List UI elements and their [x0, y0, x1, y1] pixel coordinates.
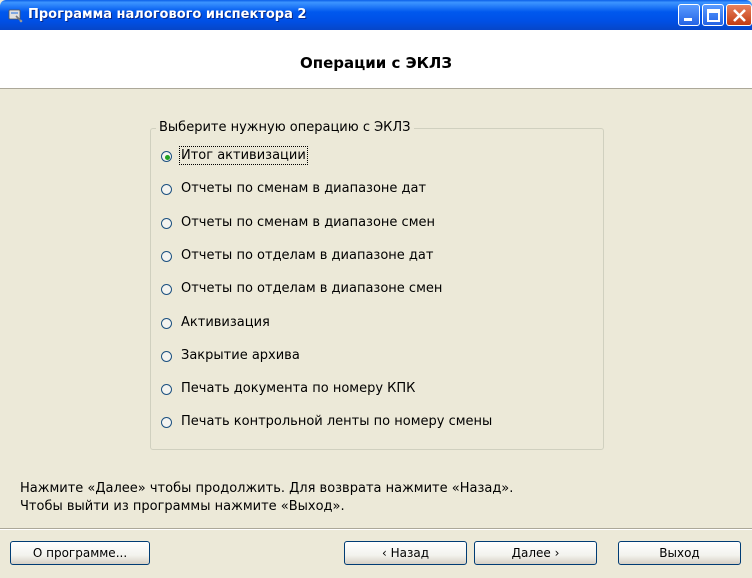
title-bar[interactable]: Программа налогового инспектора 2 — [0, 0, 752, 30]
operation-option-label: Отчеты по отделам в диапазоне смен — [181, 281, 443, 296]
next-button[interactable]: Далее › — [474, 541, 597, 565]
operation-option-label: Печать контрольной ленты по номеру смены — [181, 414, 493, 429]
close-icon — [733, 9, 746, 22]
instructions-line-1: Нажмите «Далее» чтобы продолжить. Для во… — [20, 481, 514, 496]
radio-button[interactable] — [161, 151, 172, 162]
app-icon — [8, 9, 23, 23]
instructions-text: Нажмите «Далее» чтобы продолжить. Для во… — [20, 480, 513, 516]
wizard-window: Программа налогового инспектора 2 Операц… — [0, 0, 752, 578]
radio-button[interactable] — [161, 318, 172, 329]
operation-option-label: Отчеты по сменам в диапазоне дат — [181, 181, 427, 196]
minimize-button[interactable] — [678, 4, 700, 26]
page-title: Операции с ЭКЛЗ — [299, 54, 452, 72]
bottom-separator — [0, 528, 752, 530]
radio-button[interactable] — [161, 284, 172, 295]
maximize-icon — [707, 9, 720, 22]
about-button[interactable]: О программе... — [10, 541, 150, 565]
radio-button[interactable] — [161, 417, 172, 428]
instructions-line-2: Чтобы выйти из программы нажмите «Выход»… — [20, 499, 345, 514]
header-band: Операции с ЭКЛЗ — [0, 30, 752, 89]
radio-selected-dot — [165, 155, 170, 160]
radio-button[interactable] — [161, 351, 172, 362]
radio-button[interactable] — [161, 251, 172, 262]
window-title: Программа налогового инспектора 2 — [28, 7, 307, 22]
operation-option-label: Отчеты по отделам в диапазоне дат — [181, 248, 434, 263]
operations-legend: Выберите нужную операцию с ЭКЛЗ — [156, 120, 414, 135]
operation-option-label: Активизация — [181, 315, 270, 330]
exit-button[interactable]: Выход — [618, 541, 741, 565]
back-button[interactable]: ‹ Назад — [344, 541, 467, 565]
operation-option-label: Отчеты по сменам в диапазоне смен — [181, 215, 436, 230]
radio-button[interactable] — [161, 218, 172, 229]
radio-button[interactable] — [161, 384, 172, 395]
operation-option-label: Печать документа по номеру КПК — [181, 381, 416, 396]
operation-option-label: Закрытие архива — [181, 348, 300, 363]
minimize-icon — [684, 18, 692, 21]
close-button[interactable] — [726, 4, 752, 26]
radio-button[interactable] — [161, 184, 172, 195]
maximize-button[interactable] — [702, 4, 724, 26]
operation-option-label: Итог активизации — [179, 146, 308, 165]
